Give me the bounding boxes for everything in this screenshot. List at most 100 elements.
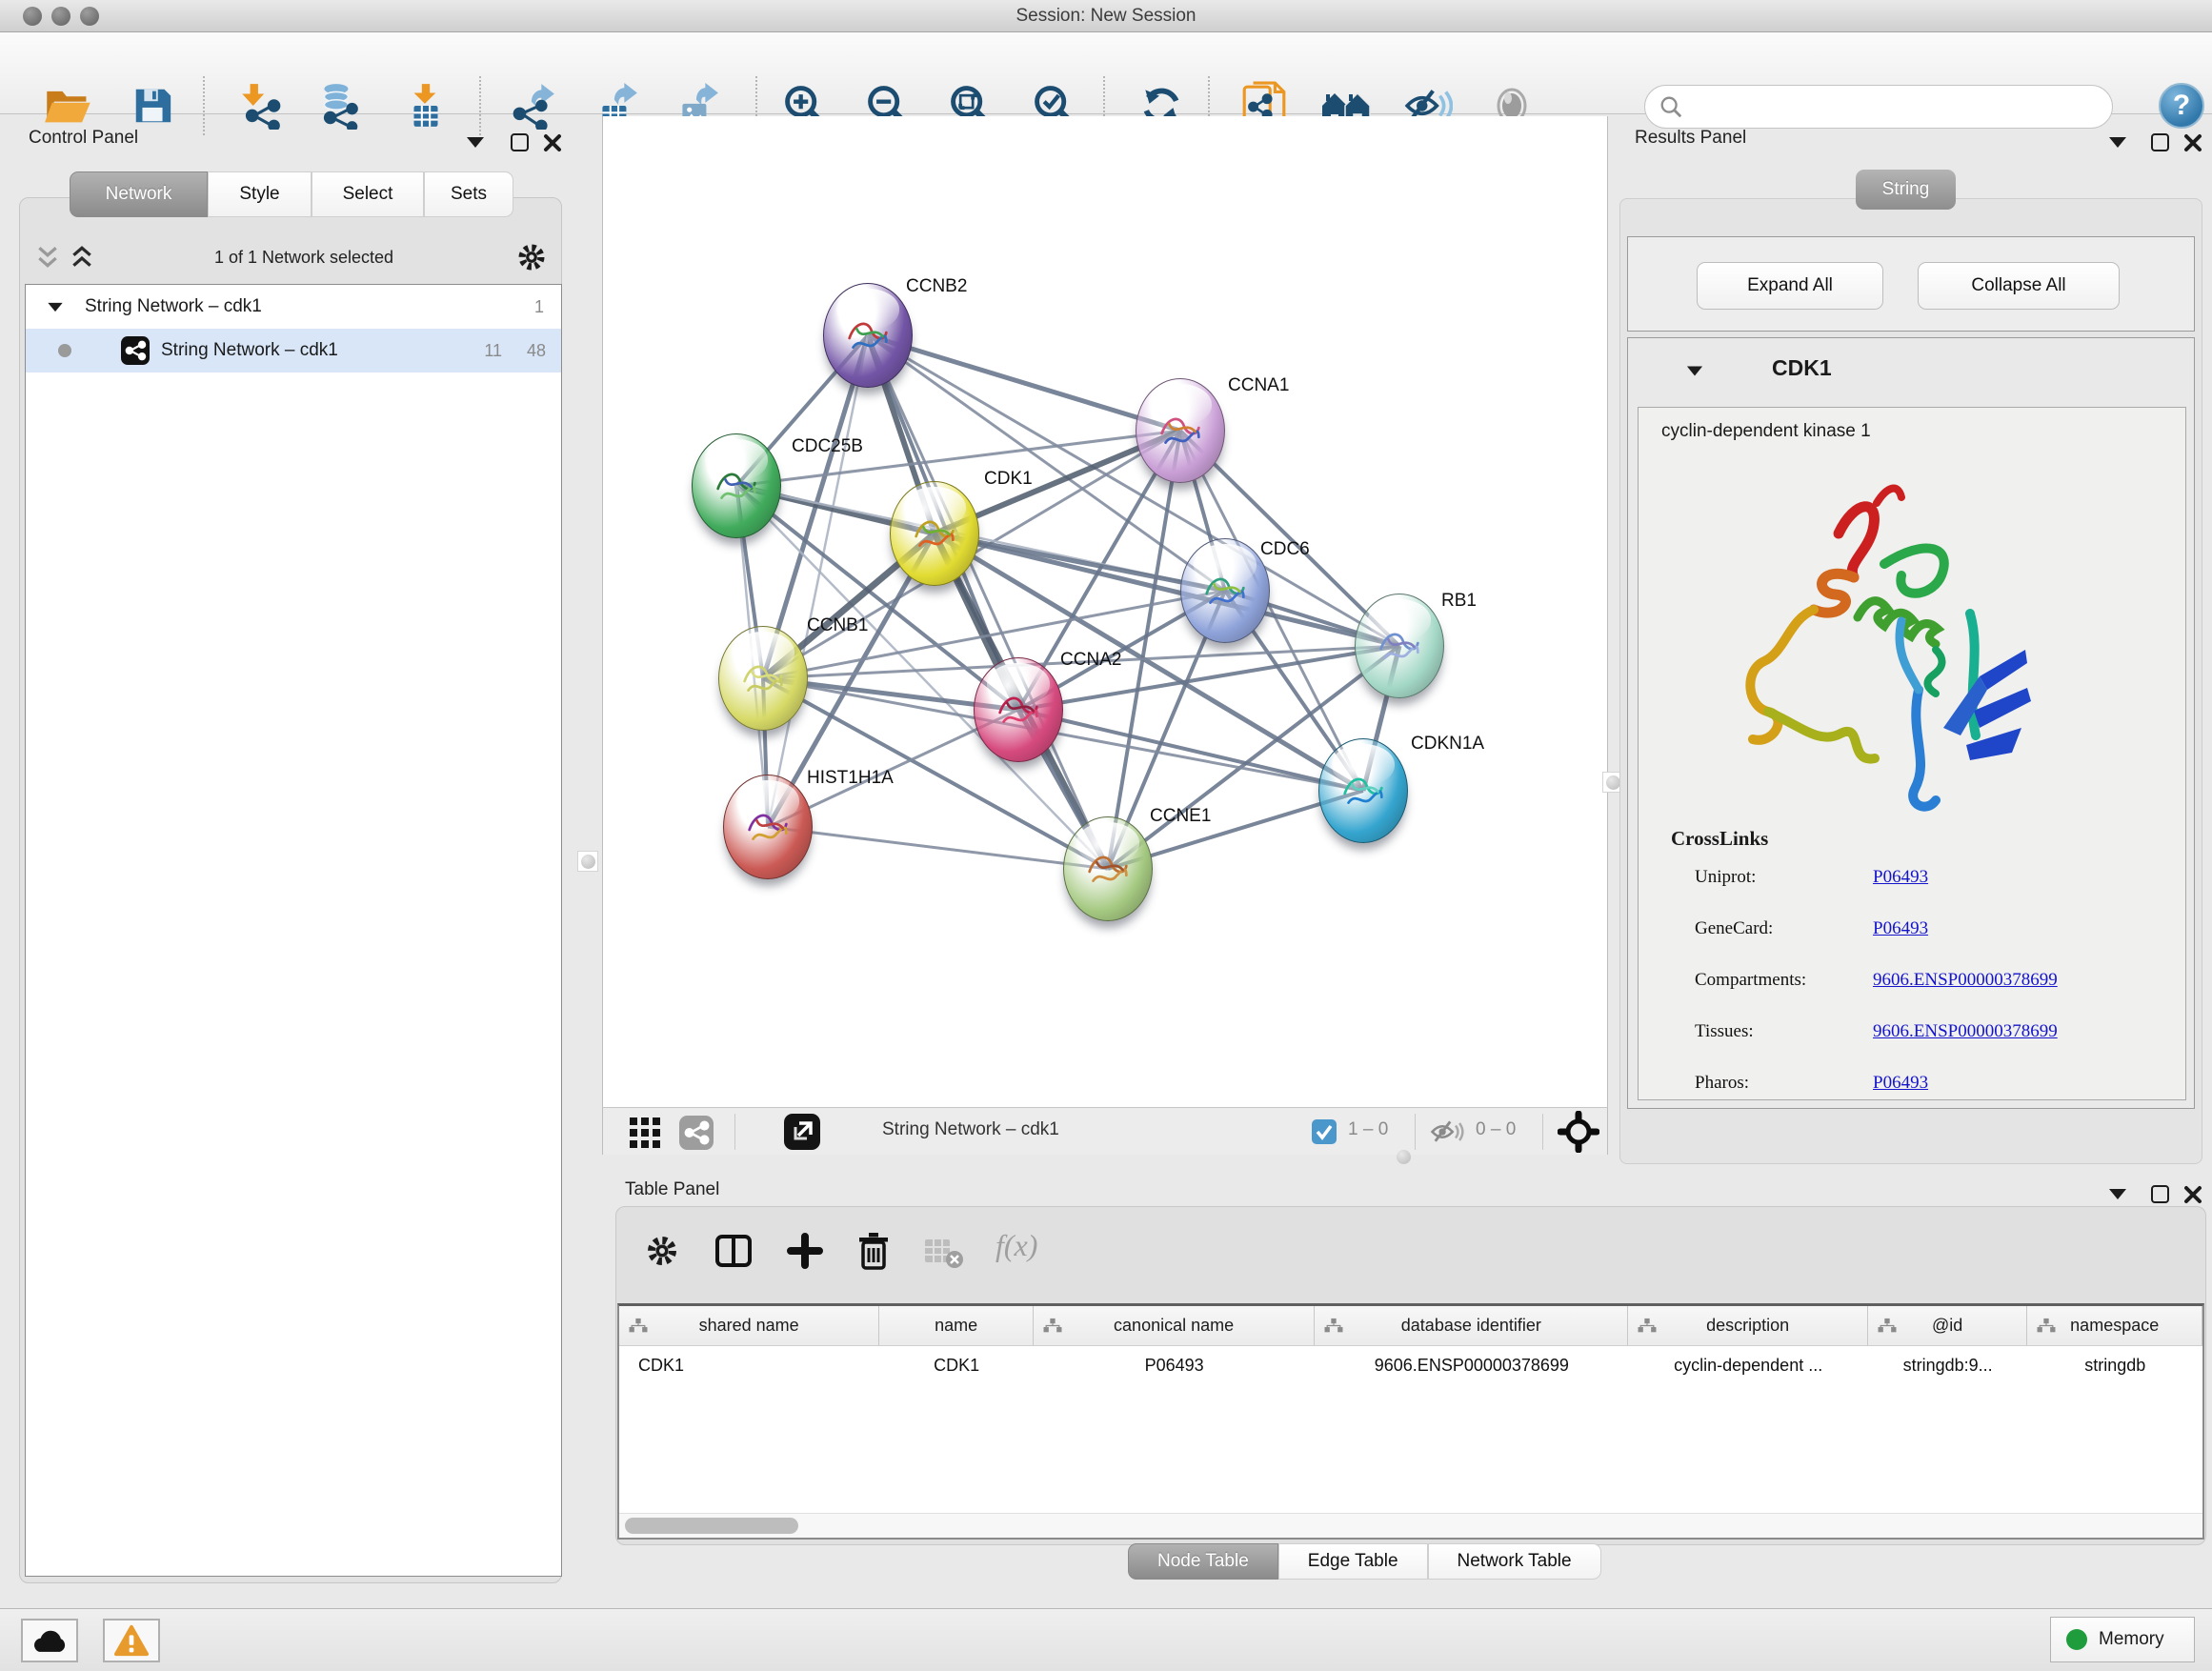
search-field[interactable] (1644, 85, 2113, 129)
control-panel-float-button[interactable] (511, 133, 529, 151)
column-header-canonical-name[interactable]: canonical name (1034, 1306, 1315, 1345)
table-panel-float-button[interactable] (2151, 1185, 2169, 1203)
column-header-description[interactable]: description (1628, 1306, 1867, 1345)
collapse-all-icon[interactable] (36, 245, 59, 270)
node-label-CCNA2: CCNA2 (1060, 650, 1121, 671)
column-header-name[interactable]: name (879, 1306, 1034, 1345)
table-cell: stringdb:9... (1868, 1346, 2028, 1384)
horizontal-splitter-dot[interactable] (1397, 1150, 1411, 1164)
gene-disclosure-icon[interactable] (1687, 367, 1702, 376)
network-edge[interactable] (768, 827, 1108, 869)
status-bar: Memory (0, 1608, 2212, 1671)
expand-all-icon[interactable] (70, 245, 93, 270)
grid-view-icon[interactable] (628, 1116, 662, 1150)
tab-style[interactable]: Style (208, 171, 312, 217)
network-node-HIST1H1A[interactable] (723, 775, 813, 879)
memory-button[interactable]: Memory (2050, 1617, 2195, 1662)
table-cell: 9606.ENSP00000378699 (1315, 1346, 1628, 1384)
export-network-icon (510, 82, 557, 130)
expand-all-button[interactable]: Expand All (1697, 262, 1883, 310)
control-panel-close-button[interactable] (543, 133, 562, 152)
network-node-CDC25B[interactable] (692, 433, 781, 538)
column-header-shared-name[interactable]: shared name (619, 1306, 879, 1345)
gene-name: CDK1 (1772, 355, 1832, 381)
network-node-CCNA2[interactable] (974, 657, 1063, 762)
collapse-all-button[interactable]: Collapse All (1918, 262, 2120, 310)
results-panel-close-button[interactable] (2183, 133, 2202, 152)
network-node-CDC6[interactable] (1180, 538, 1270, 643)
toolbar-separator (479, 76, 481, 135)
search-input[interactable] (1683, 97, 2083, 117)
network-node-CCNB2[interactable] (823, 283, 913, 388)
memory-label: Memory (2099, 1629, 2164, 1650)
tab-sets[interactable]: Sets (424, 171, 513, 217)
crosslink-genecard-link[interactable]: P06493 (1873, 918, 1928, 939)
crosslink-label: GeneCard: (1695, 918, 1873, 939)
results-panel-float-button[interactable] (2151, 133, 2169, 151)
crosslink-row: Pharos:P06493 (1639, 1073, 2185, 1124)
network-edge[interactable] (868, 335, 1108, 869)
tab-network-table[interactable]: Network Table (1428, 1543, 1601, 1580)
network-canvas[interactable]: CCNB2CCNA1CDC25BCDK1CDC6RB1CCNB1CCNA2CDK… (602, 116, 1608, 1107)
tab-node-table[interactable]: Node Table (1128, 1543, 1278, 1580)
splitter-dot (581, 855, 595, 869)
tab-edge-table[interactable]: Edge Table (1278, 1543, 1428, 1580)
import-table-button[interactable] (400, 80, 452, 131)
cloud-status-button[interactable] (21, 1619, 78, 1662)
column-header-@id[interactable]: @id (1868, 1306, 2028, 1345)
network-node-RB1[interactable] (1355, 594, 1444, 698)
crosslink-tissues-link[interactable]: 9606.ENSP00000378699 (1873, 1021, 2058, 1042)
tab-string[interactable]: String (1856, 170, 1956, 210)
network-node-CDK1[interactable] (890, 481, 979, 586)
crosslink-pharos-link[interactable]: P06493 (1873, 1073, 1928, 1094)
crosslink-compartments-link[interactable]: 9606.ENSP00000378699 (1873, 970, 2058, 991)
network-edge[interactable] (1018, 710, 1363, 791)
delete-column-trash-icon[interactable] (855, 1230, 893, 1272)
save-session-button[interactable] (127, 80, 178, 131)
network-node-CCNB1[interactable] (718, 626, 808, 731)
toolbar-separator (1542, 1114, 1543, 1150)
string-network-icon (121, 336, 150, 365)
show-columns-icon[interactable] (714, 1232, 754, 1270)
network-node-CDKN1A[interactable] (1318, 738, 1408, 843)
network-node-CCNE1[interactable] (1063, 816, 1153, 921)
detach-view-icon[interactable] (784, 1114, 820, 1150)
table-options-gear-icon[interactable] (643, 1232, 681, 1270)
table-panel-menu-button[interactable] (2109, 1189, 2126, 1199)
table-panel-close-button[interactable] (2183, 1185, 2202, 1204)
selected-checkbox-icon[interactable] (1312, 1119, 1337, 1144)
hidden-eye-icon (1430, 1117, 1464, 1146)
network-view-toolbar: String Network – cdk1 1 – 0 0 – 0 (602, 1107, 1608, 1155)
function-builder-icon-disabled: f(x) (995, 1228, 1037, 1263)
network-row-selected[interactable]: String Network – cdk1 11 48 (26, 329, 561, 372)
tab-select[interactable]: Select (312, 171, 424, 217)
network-edge[interactable] (768, 335, 868, 827)
network-edge[interactable] (868, 335, 1180, 431)
export-network-button[interactable] (508, 80, 559, 131)
tab-network[interactable]: Network (70, 171, 208, 217)
import-network-button[interactable] (234, 80, 286, 131)
crosslink-uniprot-link[interactable]: P06493 (1873, 867, 1928, 888)
import-network-from-database-button[interactable] (312, 80, 364, 131)
open-session-button[interactable] (43, 80, 94, 131)
table-horizontal-scrollbar[interactable] (619, 1513, 2202, 1538)
help-button[interactable]: ? (2159, 83, 2204, 129)
column-header-database-identifier[interactable]: database identifier (1315, 1306, 1628, 1345)
left-splitter-handle[interactable] (577, 851, 598, 872)
warnings-button[interactable] (103, 1619, 160, 1662)
add-column-icon[interactable] (786, 1232, 824, 1270)
column-header-namespace[interactable]: namespace (2027, 1306, 2202, 1345)
gear-icon[interactable] (514, 240, 549, 274)
table-row[interactable]: CDK1CDK1P064939606.ENSP00000378699cyclin… (619, 1346, 2202, 1384)
network-node-CCNA1[interactable] (1136, 378, 1225, 483)
node-label-CCNA1: CCNA1 (1228, 375, 1289, 396)
control-panel-menu-button[interactable] (467, 137, 484, 148)
collection-disclosure-icon[interactable] (48, 302, 62, 311)
crosslinks-title: CrossLinks (1671, 827, 1768, 851)
birds-eye-crosshair-icon[interactable] (1558, 1111, 1599, 1153)
scrollbar-thumb[interactable] (625, 1518, 798, 1534)
results-panel-menu-button[interactable] (2109, 137, 2126, 148)
network-collection-row[interactable]: String Network – cdk1 1 (26, 285, 561, 329)
column-type-tree-icon (1323, 1318, 1344, 1334)
network-view-icon[interactable] (679, 1116, 714, 1150)
